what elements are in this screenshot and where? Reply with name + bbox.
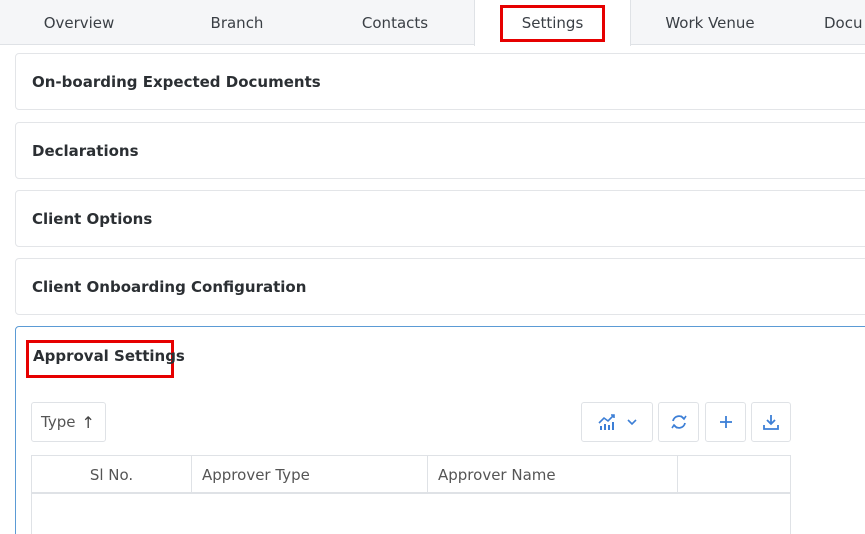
section-client-onboarding-configuration[interactable]: Client Onboarding Configuration (15, 258, 865, 315)
section-title: Declarations (32, 142, 139, 160)
tab-overview[interactable]: Overview (0, 0, 158, 45)
column-approver-name[interactable]: Approver Name (428, 456, 678, 494)
column-actions (678, 456, 790, 494)
grid-header: Sl No. Approver Type Approver Name (32, 456, 790, 494)
add-button[interactable] (705, 402, 746, 442)
tab-contacts[interactable]: Contacts (316, 0, 474, 45)
section-title: Client Onboarding Configuration (32, 278, 307, 296)
tab-work-venue[interactable]: Work Venue (631, 0, 789, 45)
approval-grid: Sl No. Approver Type Approver Name (31, 455, 791, 534)
section-onboarding-documents[interactable]: On-boarding Expected Documents (15, 53, 865, 110)
refresh-icon (670, 413, 688, 431)
tab-bar: Overview Branch Contacts Settings Work V… (0, 0, 865, 46)
chevron-down-icon (627, 418, 637, 426)
download-icon (763, 414, 779, 430)
tab-settings[interactable]: Settings (474, 0, 631, 46)
chart-icon (597, 413, 619, 431)
tab-label: Work Venue (665, 13, 755, 32)
tab-label: Contacts (361, 13, 429, 32)
refresh-button[interactable] (658, 402, 699, 442)
tab-branch[interactable]: Branch (158, 0, 316, 45)
tab-label: Branch (210, 13, 264, 32)
sort-label: Type (41, 413, 76, 431)
download-button[interactable] (751, 402, 791, 442)
column-label: Sl No. (89, 466, 134, 484)
section-client-options[interactable]: Client Options (15, 190, 865, 247)
section-declarations[interactable]: Declarations (15, 122, 865, 179)
tab-label: Settings (499, 4, 606, 42)
tab-documents[interactable]: Docu (789, 0, 865, 45)
column-label: Approver Type (202, 466, 310, 484)
section-title[interactable]: Approval Settings (33, 347, 185, 365)
section-title: On-boarding Expected Documents (32, 73, 321, 91)
sort-type-button[interactable]: Type ↑ (31, 402, 106, 442)
section-title: Client Options (32, 210, 153, 228)
column-sl-no[interactable]: Sl No. (32, 456, 192, 494)
sort-arrow-icon: ↑ (81, 412, 95, 432)
chart-dropdown-button[interactable] (581, 402, 653, 442)
column-approver-type[interactable]: Approver Type (192, 456, 428, 494)
column-label: Approver Name (438, 466, 556, 484)
section-approval-settings: Approval Settings Type ↑ Sl No. Approver… (15, 326, 865, 534)
plus-icon (719, 415, 733, 429)
tab-label: Docu (824, 13, 863, 32)
tab-label: Overview (43, 13, 115, 32)
